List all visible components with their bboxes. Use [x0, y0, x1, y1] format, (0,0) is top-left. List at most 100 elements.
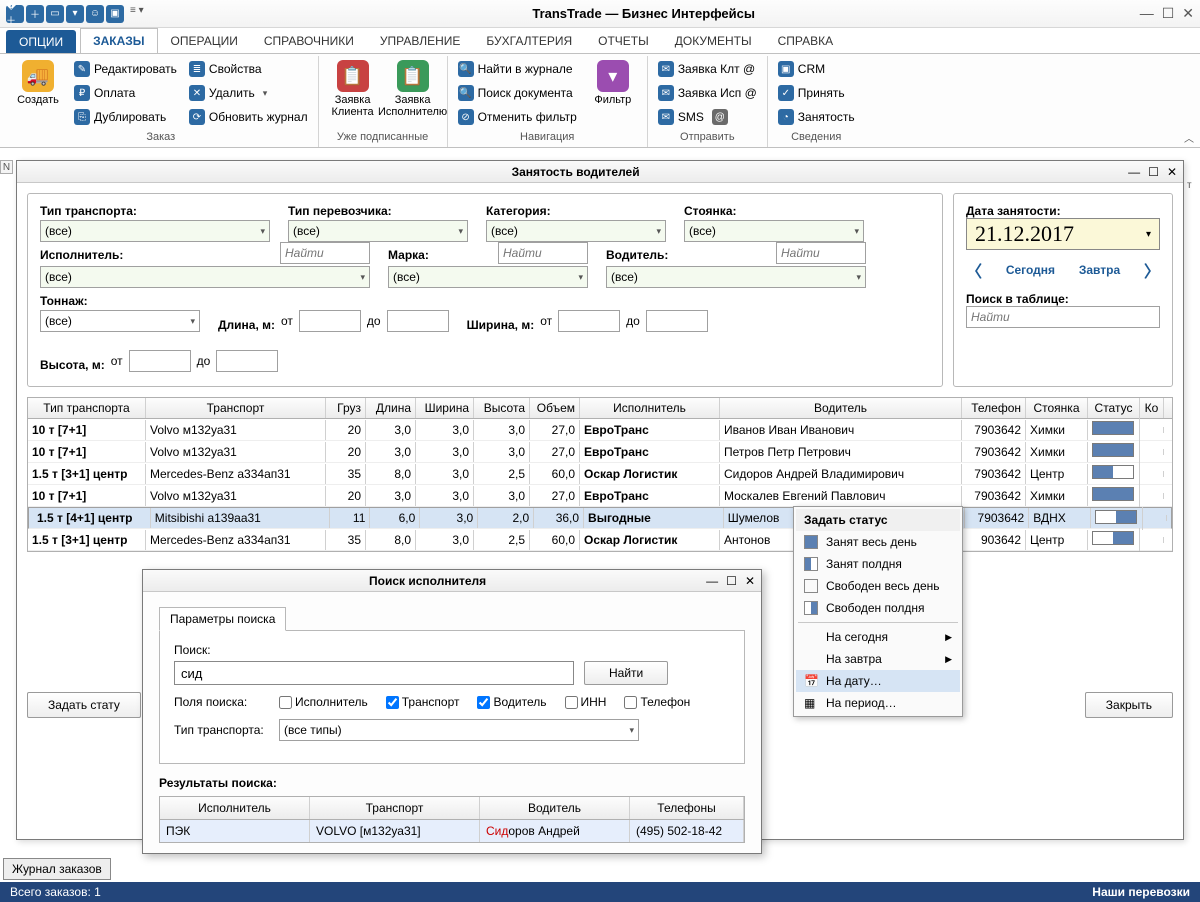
trtype-select[interactable]: (все)▾: [40, 220, 270, 242]
grid-row[interactable]: 10 т [7+1]Volvo м132уа31203,03,03,027,0Е…: [28, 441, 1172, 463]
grid-header[interactable]: Исполнитель: [580, 398, 720, 418]
find-button[interactable]: Найти: [584, 661, 668, 685]
qat-btn-2[interactable]: ＋: [26, 5, 44, 23]
grid-row[interactable]: 1.5 т [3+1] центрMercedes-Benz a334ап313…: [28, 529, 1172, 551]
date-input[interactable]: 21.12.2017▾: [966, 218, 1160, 250]
ribbon-tab-documents[interactable]: ДОКУМЕНТЫ: [662, 28, 765, 53]
type-select[interactable]: (все типы)▾: [279, 719, 639, 741]
busy-button[interactable]: ◔Занятость: [774, 106, 859, 128]
table-search-input[interactable]: [966, 306, 1160, 328]
filter-button[interactable]: ▾Фильтр: [585, 58, 641, 131]
minimize-icon[interactable]: —: [1140, 5, 1154, 22]
grid-header[interactable]: Высота: [474, 398, 530, 418]
ctx-item[interactable]: На сегодня▶: [796, 626, 960, 648]
qat-btn-3[interactable]: ▭: [46, 5, 64, 23]
child-minimize-icon[interactable]: —: [1128, 165, 1140, 179]
set-status-button[interactable]: Задать стату: [27, 692, 141, 718]
search-doc-button[interactable]: 🔍Поиск документа: [454, 82, 581, 104]
ribbon-tab-accounting[interactable]: БУХГАЛТЕРИЯ: [473, 28, 585, 53]
park-select[interactable]: (все)▾: [684, 220, 864, 242]
accept-button[interactable]: ✓Принять: [774, 82, 859, 104]
result-row[interactable]: ПЭК VOLVO [м132уа31] Сидоров Андрей (495…: [160, 820, 744, 842]
grid-header[interactable]: Стоянка: [1026, 398, 1088, 418]
send-sms-button[interactable]: ✉SMS @@: [654, 106, 761, 128]
tomorrow-button[interactable]: Завтра: [1079, 263, 1120, 277]
search-input[interactable]: [174, 661, 574, 685]
grid-header[interactable]: Объем: [530, 398, 580, 418]
dlg-minimize-icon[interactable]: —: [706, 574, 718, 588]
child-maximize-icon[interactable]: ☐: [1148, 165, 1159, 179]
delete-button[interactable]: ✕Удалить▾: [185, 82, 312, 104]
cb-tel[interactable]: Телефон: [624, 695, 690, 709]
cb-exec[interactable]: Исполнитель: [279, 695, 368, 709]
driver-search-input[interactable]: [776, 242, 866, 264]
cancel-filter-button[interactable]: ⊘Отменить фильтр: [454, 106, 581, 128]
qat-more-icon[interactable]: ≡ ▾: [126, 5, 148, 23]
dlg-maximize-icon[interactable]: ☐: [726, 574, 737, 588]
send-klt-button[interactable]: ✉Заявка Клт @: [654, 58, 761, 80]
ribbon-tab-orders[interactable]: ЗАКАЗЫ: [80, 28, 157, 53]
grid-header[interactable]: Ко: [1140, 398, 1164, 418]
refresh-button[interactable]: ⟳Обновить журнал: [185, 106, 312, 128]
ctx-item[interactable]: 📅На дату…: [796, 670, 960, 692]
props-button[interactable]: ≣Свойства: [185, 58, 312, 80]
ton-select[interactable]: (все)▾: [40, 310, 200, 332]
send-isp-button[interactable]: ✉Заявка Исп @: [654, 82, 761, 104]
ctx-item[interactable]: Свободен полдня: [796, 597, 960, 619]
ctx-item[interactable]: На завтра▶: [796, 648, 960, 670]
qat-btn-5[interactable]: ☺: [86, 5, 104, 23]
ribbon-tab-refs[interactable]: СПРАВОЧНИКИ: [251, 28, 367, 53]
brand-select[interactable]: (все)▾: [388, 266, 588, 288]
exec-select[interactable]: (все)▾: [40, 266, 370, 288]
grid-header[interactable]: Груз: [326, 398, 366, 418]
grid-header[interactable]: Длина: [366, 398, 416, 418]
cb-driver[interactable]: Водитель: [477, 695, 546, 709]
grid-row[interactable]: 1.5 т [4+1] центрMitsibishi a139аа31116,…: [28, 507, 1172, 529]
qat-btn-6[interactable]: ▣: [106, 5, 124, 23]
ctx-item[interactable]: ▦На период…: [796, 692, 960, 714]
grid-header[interactable]: Телефон: [962, 398, 1026, 418]
date-next-icon[interactable]: 〉: [1144, 258, 1160, 282]
today-button[interactable]: Сегодня: [1006, 263, 1055, 277]
wid-to-input[interactable]: [646, 310, 708, 332]
grid-header[interactable]: Водитель: [720, 398, 962, 418]
ribbon-tab-file[interactable]: ОПЦИИ: [6, 30, 76, 53]
create-button[interactable]: 🚚 Создать: [10, 58, 66, 131]
hei-to-input[interactable]: [216, 350, 278, 372]
ctx-item[interactable]: Занят весь день: [796, 531, 960, 553]
cat-select[interactable]: (все)▾: [486, 220, 666, 242]
qat-btn-1[interactable]: �＋: [6, 5, 24, 23]
grid-header[interactable]: Статус: [1088, 398, 1140, 418]
dup-button[interactable]: ⎘Дублировать: [70, 106, 181, 128]
date-prev-icon[interactable]: 〈: [966, 258, 982, 282]
edit-button[interactable]: ✎Редактировать: [70, 58, 181, 80]
len-to-input[interactable]: [387, 310, 449, 332]
ribbon-tab-operations[interactable]: ОПЕРАЦИИ: [158, 28, 251, 53]
pay-button[interactable]: ₽Оплата: [70, 82, 181, 104]
ribbon-tab-help[interactable]: СПРАВКА: [765, 28, 847, 53]
grid-row[interactable]: 10 т [7+1]Volvo м132уа31203,03,03,027,0Е…: [28, 419, 1172, 441]
close-icon[interactable]: ✕: [1182, 5, 1194, 22]
ribbon-tab-reports[interactable]: ОТЧЕТЫ: [585, 28, 662, 53]
maximize-icon[interactable]: ☐: [1162, 5, 1175, 22]
ctx-item[interactable]: Свободен весь день: [796, 575, 960, 597]
brand-search-input[interactable]: [498, 242, 588, 264]
hei-from-input[interactable]: [129, 350, 191, 372]
exec-search-input[interactable]: [280, 242, 370, 264]
grid-header[interactable]: Транспорт: [146, 398, 326, 418]
cb-transport[interactable]: Транспорт: [386, 695, 460, 709]
grid-header[interactable]: Ширина: [416, 398, 474, 418]
find-journal-button[interactable]: 🔍Найти в журнале: [454, 58, 581, 80]
len-from-input[interactable]: [299, 310, 361, 332]
qat-btn-4[interactable]: ▾: [66, 5, 84, 23]
child-close-icon[interactable]: ✕: [1167, 165, 1177, 179]
crm-button[interactable]: ▣CRM: [774, 58, 859, 80]
exec-request-button[interactable]: 📋Заявка Исполнителю: [385, 58, 441, 131]
carrier-select[interactable]: (все)▾: [288, 220, 468, 242]
client-request-button[interactable]: 📋Заявка Клиента: [325, 58, 381, 131]
cb-inn[interactable]: ИНН: [565, 695, 607, 709]
grid-row[interactable]: 1.5 т [3+1] центрMercedes-Benz a334ап313…: [28, 463, 1172, 485]
journal-tab[interactable]: Журнал заказов: [3, 858, 111, 880]
close-button[interactable]: Закрыть: [1085, 692, 1173, 718]
grid-row[interactable]: 10 т [7+1]Volvo м132уа31203,03,03,027,0Е…: [28, 485, 1172, 507]
